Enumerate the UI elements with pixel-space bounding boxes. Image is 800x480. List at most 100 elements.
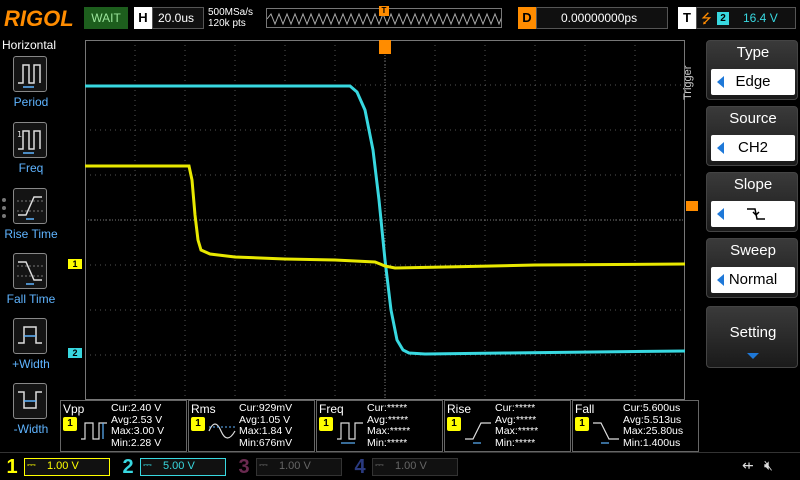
trigger-sweep-button[interactable]: Sweep Normal	[706, 238, 798, 298]
trigger-type-button[interactable]: Type Edge	[706, 40, 798, 100]
measure-fall-time-button[interactable]: Fall Time	[0, 253, 62, 315]
sample-rate: 500MSa/s	[208, 7, 254, 18]
measure-label: Freq	[18, 161, 44, 175]
channel-scale: 1.00 V	[395, 460, 427, 472]
menu-heading: Source	[729, 110, 777, 127]
channel-4-tab[interactable]: 4 ⎓ 1.00 V	[350, 455, 462, 479]
falling-edge-icon	[747, 208, 765, 220]
vpp-icon	[81, 422, 107, 440]
measure-negative-width-button[interactable]: -Width	[0, 383, 62, 445]
rms-icon	[208, 423, 236, 439]
measure-stats: Cur:***** Avg:***** Max:***** Min:*****	[495, 402, 539, 449]
trigger-slope-button[interactable]: Slope	[706, 172, 798, 232]
measurement-results: Vpp 1 Cur:2.40 V Avg:2.53 V Max:3.00 V M…	[60, 400, 700, 452]
measure-stats: Cur:2.40 V Avg:2.53 V Max:3.00 V Min:2.2…	[111, 402, 164, 449]
trigger-position-marker: T	[379, 6, 389, 16]
rise-time-icon	[13, 188, 47, 224]
delay-box[interactable]: 0.00000000ps	[536, 7, 668, 29]
measure-rise-time-button[interactable]: Rise Time	[0, 188, 62, 250]
delay-key: D	[518, 7, 536, 29]
usb-icon: ⇷	[742, 457, 754, 473]
channel-badge: 1	[447, 417, 461, 431]
trigger-status-box[interactable]: ⭍ 2 16.4 V	[696, 7, 796, 29]
menu-value-box: CH2	[711, 135, 795, 161]
measure-maximum: Max:*****	[495, 425, 539, 437]
frequency-icon	[337, 422, 363, 444]
measure-name: Rms	[191, 402, 216, 416]
measure-panel-rise[interactable]: Rise 1 Cur:***** Avg:***** Max:***** Min…	[444, 400, 571, 452]
measure-panel-frequency[interactable]: Freq 1 Cur:***** Avg:***** Max:***** Min…	[316, 400, 443, 452]
period-icon	[13, 56, 47, 92]
channel-scale-box: ⎓ 1.00 V	[372, 458, 458, 476]
measure-panel-fall[interactable]: Fall 1 Cur:5.600us Avg:5.513us Max:25.80…	[572, 400, 699, 452]
measure-label: Rise Time	[4, 227, 58, 241]
dc-coupling-icon: ⎓	[143, 459, 152, 471]
measure-name: Freq	[319, 402, 344, 416]
measure-current: Cur:929mV	[239, 402, 293, 414]
measure-positive-width-button[interactable]: +Width	[0, 318, 62, 380]
trigger-setting-button[interactable]: Setting	[706, 306, 798, 368]
channel-2-offset-marker[interactable]: 2	[68, 348, 82, 358]
measure-panel-rms[interactable]: Rms 1 Cur:929mV Avg:1.05 V Max:1.84 V Mi…	[188, 400, 315, 452]
channel-badge: 1	[191, 417, 205, 431]
positive-width-icon	[13, 318, 47, 354]
trigger-source-button[interactable]: Source CH2	[706, 106, 798, 166]
measure-maximum: Max:*****	[367, 425, 411, 437]
menu-heading: Slope	[733, 176, 773, 193]
chevron-down-icon	[747, 353, 759, 359]
measure-minimum: Min:*****	[367, 436, 408, 449]
measure-stats: Cur:***** Avg:***** Max:***** Min:*****	[367, 402, 411, 449]
measure-menu: Horizontal Period 1 Freq Rise Time Fall …	[0, 38, 62, 448]
frequency-icon: 1	[13, 122, 47, 158]
measure-minimum: Min:*****	[495, 436, 536, 449]
channel-scale-box: ⎓ 5.00 V	[140, 458, 226, 476]
channel-1-offset-marker[interactable]: 1	[68, 259, 82, 269]
trigger-key: T	[678, 7, 696, 29]
svg-text:1: 1	[17, 130, 22, 139]
timebase-box[interactable]: 20.0us	[152, 7, 204, 29]
negative-width-icon	[13, 383, 47, 419]
channel-3-tab[interactable]: 3 ⎓ 1.00 V	[234, 455, 346, 479]
trigger-source-badge: 2	[717, 12, 729, 25]
measure-panel-vpp[interactable]: Vpp 1 Cur:2.40 V Avg:2.53 V Max:3.00 V M…	[60, 400, 187, 452]
menu-value-box	[711, 201, 795, 227]
measure-frequency-button[interactable]: 1 Freq	[0, 122, 62, 184]
menu-arrow-icon	[717, 208, 724, 220]
timebase-key: H	[134, 7, 152, 29]
waveform-display[interactable]	[85, 40, 685, 400]
measure-current: Cur:*****	[367, 402, 408, 414]
run-state-badge[interactable]: WAIT	[84, 7, 128, 29]
measure-label: Period	[13, 95, 49, 109]
falling-edge-icon: ⭍	[701, 11, 712, 26]
measure-period-button[interactable]: Period	[0, 56, 62, 118]
waveform-traces	[85, 84, 685, 356]
measure-stats: Cur:929mV Avg:1.05 V Max:1.84 V Min:676m…	[239, 402, 293, 449]
channel-badge: 1	[319, 417, 333, 431]
menu-value-box: Edge	[711, 69, 795, 95]
channel-scale-box: ⎓ 1.00 V	[256, 458, 342, 476]
measure-name: Rise	[447, 402, 472, 416]
measure-minimum: Min:1.400us	[623, 436, 681, 449]
menu-value: Normal	[728, 271, 778, 288]
channel-2-tab[interactable]: 2 ⎓ 5.00 V	[118, 455, 230, 479]
menu-heading: Setting	[729, 324, 777, 341]
menu-heading: Type	[736, 44, 770, 61]
trigger-level: 16.4 V	[743, 11, 778, 25]
dc-coupling-icon: ⎓	[375, 459, 384, 471]
channel-1-tab[interactable]: 1 ⎓ 1.00 V	[2, 455, 114, 479]
measure-maximum: Max:25.80us	[623, 425, 684, 437]
brand-logo: RIGOL	[4, 6, 74, 31]
speaker-mute-icon[interactable]: 🔇︎	[764, 457, 773, 474]
trigger-time-marker-icon	[379, 40, 391, 54]
dc-coupling-icon: ⎓	[259, 459, 268, 471]
measure-name: Vpp	[63, 402, 85, 416]
channel-scale: 1.00 V	[47, 460, 79, 472]
rise-time-icon	[465, 422, 491, 444]
delay-value: 0.00000000ps	[561, 11, 638, 25]
measure-maximum: Max:1.84 V	[239, 425, 293, 437]
measure-stats: Cur:5.600us Avg:5.513us Max:25.80us Min:…	[623, 402, 684, 449]
channel-number: 1	[6, 456, 18, 478]
channel-badge: 1	[575, 417, 589, 431]
measure-current: Cur:2.40 V	[111, 402, 162, 414]
fall-time-icon	[593, 422, 619, 444]
